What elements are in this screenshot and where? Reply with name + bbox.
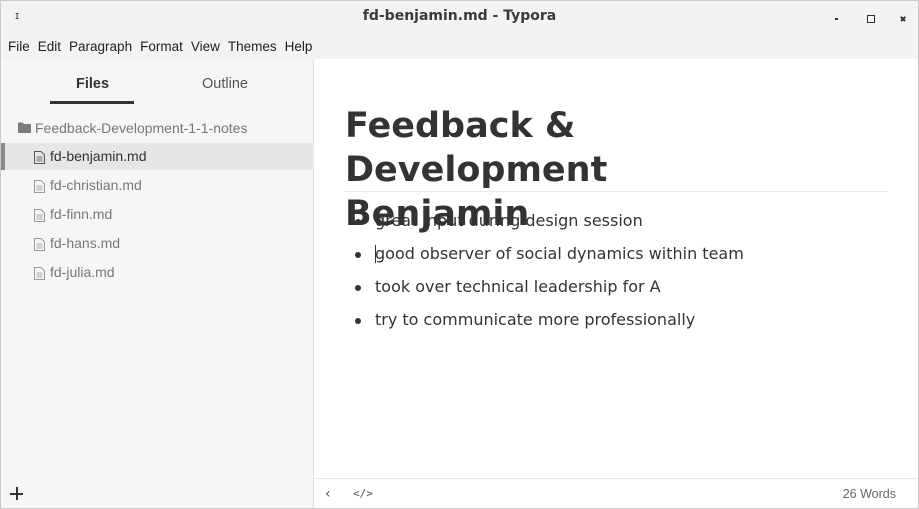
tab-files[interactable]: Files (76, 76, 109, 92)
bullet-list: great input during design session good o… (355, 209, 744, 341)
status-bar: ‹ </> 26 Words (315, 478, 918, 508)
folder-row[interactable]: Feedback-Development-1-1-notes (1, 117, 314, 139)
menu-edit[interactable]: Edit (34, 35, 65, 59)
folder-label: Feedback-Development-1-1-notes (35, 120, 248, 136)
list-item-text: took over technical leadership for A (375, 277, 661, 296)
app-window: ɪ fd-benjamin.md - Typora File Edit Para… (0, 0, 919, 509)
bullet-dot-icon (355, 219, 361, 225)
file-item-fd-benjamin[interactable]: fd-benjamin.md (1, 143, 314, 170)
sidebar-tabs: Files Outline (1, 59, 314, 109)
list-item[interactable]: try to communicate more professionally (355, 308, 744, 341)
menu-format[interactable]: Format (136, 35, 187, 59)
sidebar: Files Outline Feedback-Development-1-1-n… (1, 59, 314, 508)
code-icon[interactable]: </> (353, 487, 373, 500)
file-label: fd-benjamin.md (50, 148, 147, 164)
file-label: fd-hans.md (50, 235, 121, 251)
file-icon (34, 267, 45, 280)
file-label: fd-christian.md (50, 177, 142, 193)
file-item-fd-hans[interactable]: fd-hans.md (1, 230, 314, 257)
file-icon (34, 238, 45, 251)
menu-help[interactable]: Help (281, 35, 317, 59)
file-label: fd-julia.md (50, 264, 115, 280)
bullet-dot-icon (355, 252, 361, 258)
heading-divider (345, 191, 888, 192)
document-title-line1: Feedback & Development (345, 106, 608, 190)
list-item[interactable]: great input during design session (355, 209, 744, 242)
menu-themes[interactable]: Themes (224, 35, 281, 59)
list-item[interactable]: good observer of social dynamics within … (355, 242, 744, 275)
minimize-button[interactable] (830, 11, 844, 25)
menu-file[interactable]: File (4, 35, 34, 59)
chevron-left-icon[interactable]: ‹ (325, 486, 331, 502)
menu-paragraph[interactable]: Paragraph (65, 35, 136, 59)
list-item[interactable]: took over technical leadership for A (355, 275, 744, 308)
window-title: fd-benjamin.md - Typora (362, 8, 557, 24)
text-caret (375, 245, 376, 263)
maximize-button[interactable] (863, 11, 877, 25)
word-count[interactable]: 26 Words (843, 487, 896, 501)
close-button[interactable] (896, 11, 910, 25)
bullet-dot-icon (355, 285, 361, 291)
list-item-text: good observer of social dynamics within … (375, 244, 744, 263)
file-item-fd-christian[interactable]: fd-christian.md (1, 172, 314, 199)
tab-outline[interactable]: Outline (202, 76, 248, 92)
file-icon (34, 151, 45, 164)
bullet-dot-icon (355, 318, 361, 324)
folder-icon (18, 122, 31, 133)
file-label: fd-finn.md (50, 206, 113, 222)
list-item-text: try to communicate more professionally (375, 310, 696, 329)
file-item-fd-julia[interactable]: fd-julia.md (1, 259, 314, 286)
editor-area[interactable]: Feedback & Development Benjamin great in… (315, 59, 918, 478)
menu-view[interactable]: View (187, 35, 224, 59)
file-item-fd-finn[interactable]: fd-finn.md (1, 201, 314, 228)
list-item-text: great input during design session (375, 211, 643, 230)
title-bar: ɪ fd-benjamin.md - Typora (1, 1, 918, 35)
file-icon (34, 180, 45, 193)
file-icon (34, 209, 45, 222)
plus-icon[interactable] (9, 486, 25, 502)
active-tab-indicator (50, 101, 134, 104)
menu-bar: File Edit Paragraph Format View Themes H… (1, 35, 918, 59)
